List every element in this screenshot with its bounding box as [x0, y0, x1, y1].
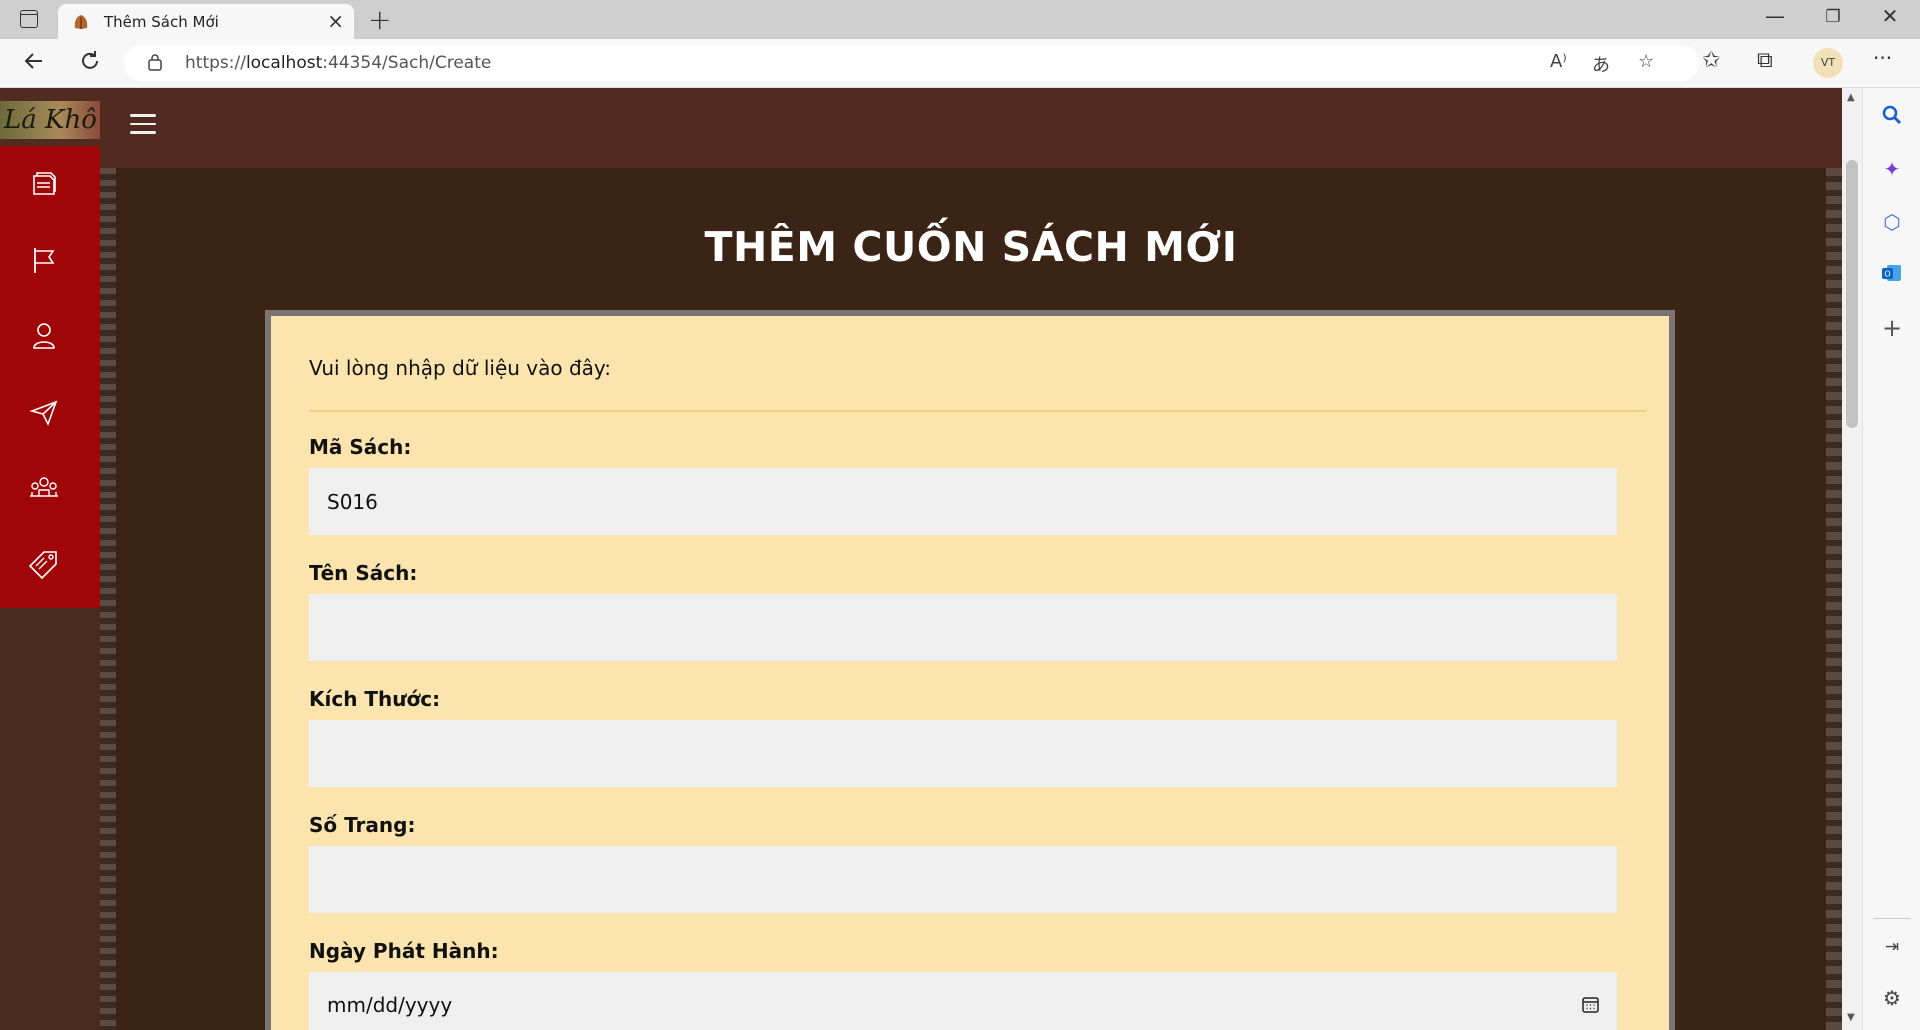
hamburger-menu-icon[interactable] [130, 114, 156, 134]
sidebar-book-icon[interactable] [26, 166, 62, 202]
collections-icon[interactable]: ⧉ [1757, 48, 1773, 73]
translate-icon[interactable]: あ [1592, 51, 1610, 77]
sidebar-user-icon[interactable] [26, 318, 62, 354]
site-topbar: Lá Khô [0, 88, 1842, 168]
ten-sach-label: Tên Sách: [309, 561, 418, 585]
lock-icon[interactable] [148, 53, 162, 71]
sidebar-team-icon[interactable] [26, 470, 62, 506]
close-tab-icon[interactable]: × [327, 9, 344, 33]
favorites-icon[interactable]: ✩ [1702, 48, 1720, 73]
so-trang-input[interactable] [309, 846, 1617, 913]
form-intro: Vui lòng nhập dữ liệu vào đây: [309, 356, 612, 380]
browser-toolbar: https://localhost:44354/Sach/Create A⁾ あ… [0, 39, 1920, 88]
leaf-favicon-icon [74, 15, 88, 29]
microsoft365-icon[interactable]: ⬡ [1880, 210, 1904, 234]
scroll-down-icon[interactable]: ▼ [1847, 1012, 1855, 1023]
scroll-up-icon[interactable]: ▲ [1847, 92, 1855, 103]
ten-sach-input[interactable] [309, 594, 1617, 661]
settings-gear-icon[interactable]: ⚙ [1880, 986, 1904, 1010]
ma-sach-input[interactable] [309, 468, 1617, 535]
ngay-phat-hanh-input[interactable]: mm/dd/yyyy [309, 972, 1617, 1030]
calendar-icon[interactable] [1582, 996, 1599, 1013]
sidebar-nav [0, 146, 100, 608]
minimize-icon[interactable]: — [1745, 4, 1805, 28]
page-title: THÊM CUỐN SÁCH MỚI [704, 223, 1238, 271]
copilot-sparkle-icon[interactable]: ✦ [1880, 157, 1904, 181]
hide-sidebar-icon[interactable]: ⇥ [1880, 935, 1904, 959]
restore-icon[interactable]: ❐ [1803, 7, 1863, 27]
close-window-icon[interactable]: ✕ [1860, 4, 1920, 28]
back-icon[interactable] [22, 49, 46, 79]
wood-border-left [100, 168, 116, 1030]
website: Lá Khô THÊM CUỐN SÁCH MỚI Vui lòng nhập … [0, 88, 1842, 1030]
kich-thuoc-label: Kích Thước: [309, 687, 441, 711]
more-menu-icon[interactable]: ··· [1873, 46, 1892, 70]
create-book-form: Vui lòng nhập dữ liệu vào đây: Mã Sách: … [265, 310, 1675, 1030]
page-scrollbar[interactable]: ▲ ▼ [1842, 88, 1862, 1030]
kich-thuoc-input[interactable] [309, 720, 1617, 787]
refresh-icon[interactable] [78, 49, 102, 79]
divider [309, 410, 1646, 412]
so-trang-label: Số Trang: [309, 813, 416, 837]
date-placeholder: mm/dd/yyyy [327, 993, 453, 1017]
read-aloud-icon[interactable]: A⁾ [1550, 51, 1567, 72]
scroll-thumb[interactable] [1846, 160, 1858, 428]
add-favorite-icon[interactable]: ☆ [1638, 51, 1654, 72]
ma-sach-label: Mã Sách: [309, 435, 412, 459]
url-text: https://localhost:44354/Sach/Create [185, 53, 492, 73]
wood-border-right [1826, 168, 1842, 1030]
profile-avatar[interactable]: VT [1813, 48, 1843, 78]
tab-title: Thêm Sách Mới [104, 13, 219, 31]
sidebar-flag-icon[interactable] [26, 242, 62, 278]
edge-sidebar: ✦ ⬡ O + ⇥ ⚙ [1862, 88, 1920, 1030]
site-logo[interactable]: Lá Khô [0, 101, 100, 139]
tab-actions-icon[interactable] [20, 10, 38, 28]
svg-text:O: O [1884, 270, 1890, 279]
add-sidebar-icon[interactable]: + [1880, 316, 1904, 340]
new-tab-icon[interactable]: + [368, 3, 391, 36]
sidebar-tag-icon[interactable] [26, 546, 62, 582]
outlook-icon[interactable]: O [1880, 262, 1904, 286]
sidebar-divider [1873, 918, 1911, 919]
sidebar-send-icon[interactable] [26, 394, 62, 430]
ngay-phat-hanh-label: Ngày Phát Hành: [309, 939, 499, 963]
address-bar[interactable]: https://localhost:44354/Sach/Create A⁾ あ… [124, 45, 1699, 81]
browser-tab[interactable]: Thêm Sách Mới × [58, 4, 354, 39]
search-icon[interactable] [1880, 103, 1904, 127]
browser-tabbar: Thêm Sách Mới × + — ❐ ✕ [0, 0, 1920, 39]
